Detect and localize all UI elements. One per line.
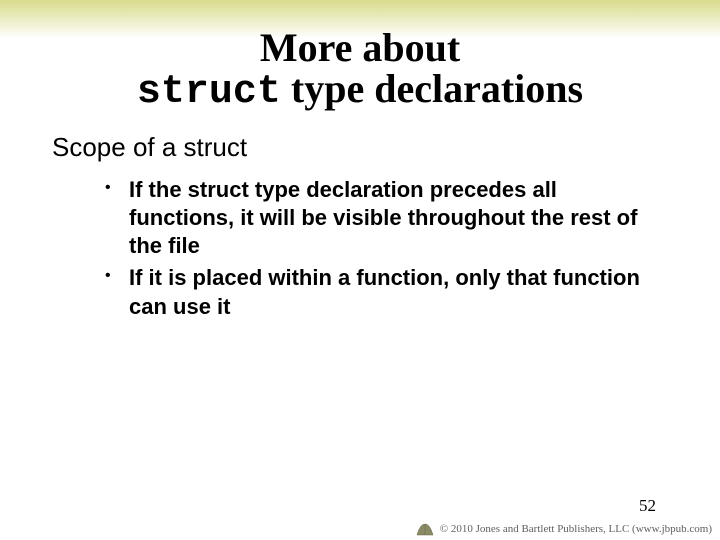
footer-credit-text: © 2010 Jones and Bartlett Publishers, LL… bbox=[440, 523, 712, 535]
subheading: Scope of a struct bbox=[52, 132, 247, 163]
title-struct-keyword: struct bbox=[137, 70, 281, 115]
title-line-2: struct type declarations bbox=[0, 68, 720, 114]
list-item: If the struct type declaration precedes … bbox=[105, 176, 660, 260]
footer-credit: © 2010 Jones and Bartlett Publishers, LL… bbox=[416, 522, 712, 536]
bullet-list: If the struct type declaration precedes … bbox=[105, 176, 660, 325]
title-line-1: More about bbox=[0, 28, 720, 68]
slide-title: More about struct type declarations bbox=[0, 28, 720, 114]
publisher-logo-icon bbox=[416, 522, 434, 536]
title-line-2-rest: type declarations bbox=[281, 66, 583, 111]
page-number: 52 bbox=[639, 496, 656, 516]
list-item: If it is placed within a function, only … bbox=[105, 264, 660, 320]
